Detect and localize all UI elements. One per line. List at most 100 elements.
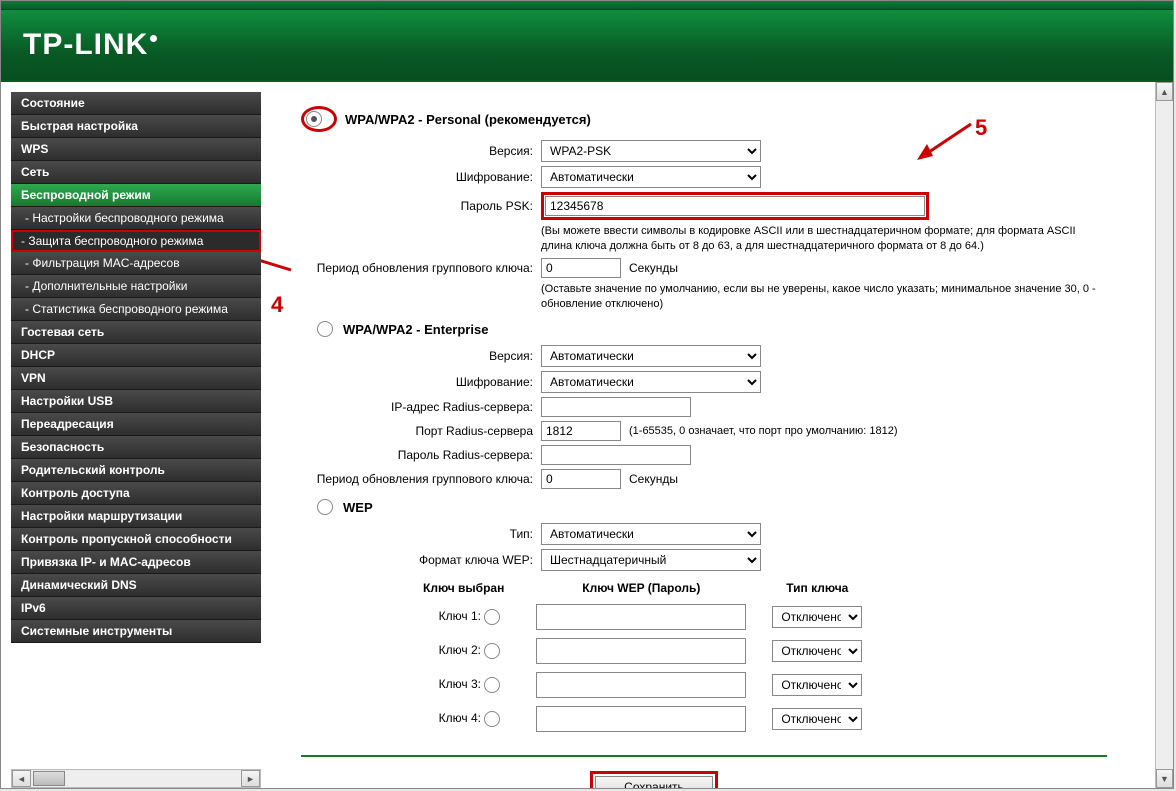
select-wep-key-type-2[interactable]: Отключено [772,640,862,662]
content-scrollbar[interactable]: ▲ ▼ [1155,82,1173,788]
section-title-personal: WPA/WPA2 - Personal (рекомендуется) [345,112,591,127]
input-wep-key-1[interactable] [536,604,746,630]
separator [301,755,1107,757]
sidebar-item-18[interactable]: Настройки маршрутизации [11,505,261,528]
col-selected: Ключ выбран [413,577,514,599]
input-ent-group-key[interactable] [541,469,621,489]
wep-key-row: Ключ 1: Отключено [413,601,866,633]
sidebar-item-10[interactable]: Гостевая сеть [11,321,261,344]
input-radius-ip[interactable] [541,397,691,417]
annotation-box-save: Сохранить [590,771,718,788]
col-key: Ключ WEP (Пароль) [516,577,766,599]
sidebar-item-4[interactable]: Беспроводной режим [11,184,261,207]
sidebar-item-21[interactable]: Динамический DNS [11,574,261,597]
label-wep-format: Формат ключа WEP: [301,553,541,567]
select-wep-key-type-4[interactable]: Отключено [772,708,862,730]
wep-key-row: Ключ 2: Отключено [413,635,866,667]
save-button[interactable]: Сохранить [595,776,713,788]
sidebar-item-1[interactable]: Быстрая настройка [11,115,261,138]
logo-dot-icon [150,35,157,42]
sidebar-item-15[interactable]: Безопасность [11,436,261,459]
radio-wep-key-4[interactable] [484,711,500,727]
sidebar-item-20[interactable]: Привязка IP- и MAC-адресов [11,551,261,574]
annotation-5: 5 [975,115,987,141]
wep-key-label: Ключ 4: [439,712,481,726]
app-window: TP-LINK СостояниеБыстрая настройкаWPSСет… [0,0,1174,789]
col-type: Тип ключа [768,577,866,599]
radio-wep-key-2[interactable] [484,643,500,659]
sidebar-item-5[interactable]: - Настройки беспроводного режима [11,207,261,230]
sidebar-item-9[interactable]: - Статистика беспроводного режима [11,298,261,321]
sidebar-item-3[interactable]: Сеть [11,161,261,184]
scroll-right-icon[interactable]: ► [241,770,260,787]
window-stripe [1,1,1173,10]
hint-group-key: (Оставьте значение по умолчанию, если вы… [541,282,1101,312]
input-radius-port[interactable] [541,421,621,441]
input-radius-pass[interactable] [541,445,691,465]
section-title-enterprise: WPA/WPA2 - Enterprise [343,322,488,337]
wep-key-label: Ключ 3: [439,678,481,692]
scroll-left-icon[interactable]: ◄ [12,770,31,787]
sidebar-item-12[interactable]: VPN [11,367,261,390]
radio-wpa-personal[interactable] [306,111,322,127]
content-panel: WPA/WPA2 - Personal (рекомендуется) Верс… [261,82,1155,788]
label-ent-version: Версия: [301,349,541,363]
radio-wep-key-3[interactable] [484,677,500,693]
annotation-box-psk [541,192,929,220]
wep-key-label: Ключ 2: [439,644,481,658]
radio-wpa-enterprise[interactable] [317,321,333,337]
scroll-thumb[interactable] [33,771,65,786]
label-group-key: Период обновления группового ключа: [301,261,541,275]
select-ent-encryption[interactable]: Автоматически [541,371,761,393]
scroll-up-icon[interactable]: ▲ [1156,82,1173,101]
annotation-4: 4 [271,292,283,318]
select-personal-version[interactable]: WPA2-PSK [541,140,761,162]
unit-seconds-ent: Секунды [629,472,678,486]
sidebar-item-23[interactable]: Системные инструменты [11,620,261,643]
input-wep-key-3[interactable] [536,672,746,698]
wep-keys-table: Ключ выбран Ключ WEP (Пароль) Тип ключа … [411,575,868,737]
sidebar-item-2[interactable]: WPS [11,138,261,161]
label-version: Версия: [301,144,541,158]
select-wep-type[interactable]: Автоматически [541,523,761,545]
label-ent-encryption: Шифрование: [301,375,541,389]
sidebar-item-13[interactable]: Настройки USB [11,390,261,413]
select-ent-version[interactable]: Автоматически [541,345,761,367]
section-title-wep: WEP [343,500,373,515]
select-personal-encryption[interactable]: Автоматически [541,166,761,188]
radio-wep-key-1[interactable] [484,609,500,625]
label-radius-port: Порт Radius-сервера [301,424,541,438]
radio-wep[interactable] [317,499,333,515]
sidebar-item-14[interactable]: Переадресация [11,413,261,436]
wep-key-row: Ключ 4: Отключено [413,703,866,735]
sidebar-item-11[interactable]: DHCP [11,344,261,367]
sidebar-item-17[interactable]: Контроль доступа [11,482,261,505]
input-wep-key-4[interactable] [536,706,746,732]
header: TP-LINK [1,10,1173,80]
arrow-icon-5 [915,122,973,162]
select-wep-key-type-3[interactable]: Отключено [772,674,862,696]
sidebar: СостояниеБыстрая настройкаWPSСетьБеспров… [1,82,261,788]
input-psk-password[interactable] [545,196,925,216]
select-wep-key-type-1[interactable]: Отключено [772,606,862,628]
sidebar-item-8[interactable]: - Дополнительные настройки [11,275,261,298]
input-wep-key-2[interactable] [536,638,746,664]
wep-key-label: Ключ 1: [439,610,481,624]
sidebar-item-19[interactable]: Контроль пропускной способности [11,528,261,551]
sidebar-scrollbar[interactable]: ◄ ► [11,769,261,788]
sidebar-item-16[interactable]: Родительский контроль [11,459,261,482]
sidebar-item-7[interactable]: - Фильтрация MAC-адресов [11,252,261,275]
sidebar-item-22[interactable]: IPv6 [11,597,261,620]
sidebar-item-0[interactable]: Состояние [11,92,261,115]
label-wep-type: Тип: [301,527,541,541]
label-psk: Пароль PSK: [301,199,541,213]
input-personal-group-key[interactable] [541,258,621,278]
hint-radius-port: (1-65535, 0 означает, что порт про умолч… [629,424,898,439]
hint-psk: (Вы можете ввести символы в кодировке AS… [541,224,1101,254]
label-ent-group-key: Период обновления группового ключа: [301,472,541,486]
sidebar-item-6[interactable]: - Защита беспроводного режима [11,230,261,252]
select-wep-format[interactable]: Шестнадцатеричный [541,549,761,571]
label-radius-ip: IP-адрес Radius-сервера: [301,400,541,414]
scroll-down-icon[interactable]: ▼ [1156,769,1173,788]
annotation-circle [301,106,337,132]
